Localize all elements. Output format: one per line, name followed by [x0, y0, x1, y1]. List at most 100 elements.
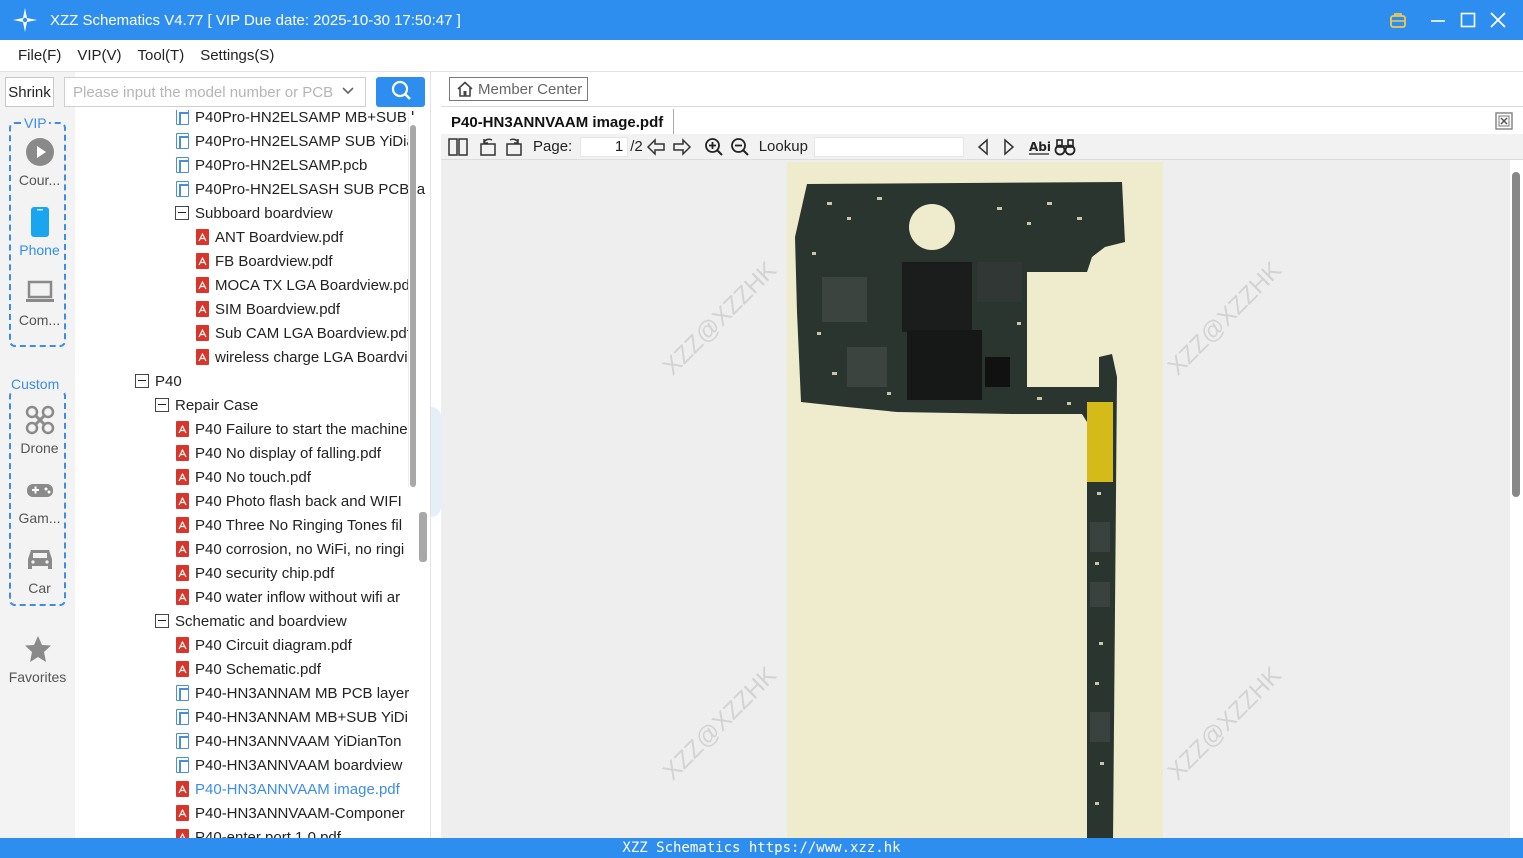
rotate-left-icon[interactable] — [477, 136, 499, 158]
pdf-toolbar: Page: 1 /2 Lookup Abi — [441, 134, 1523, 160]
zoom-in-icon[interactable] — [703, 136, 725, 158]
car-icon — [22, 542, 58, 578]
menu-vip[interactable]: VIP(V) — [77, 47, 121, 64]
next-page-arrow-icon[interactable] — [671, 136, 693, 158]
tree-item-label: Subboard boardview — [195, 204, 333, 222]
tree-item[interactable]: P40 No touch.pdf — [175, 465, 430, 489]
nav-game[interactable]: Gam... — [11, 468, 68, 534]
model-search-input[interactable]: Please input the model number or PCB — [64, 77, 366, 107]
menu-settings[interactable]: Settings(S) — [200, 47, 274, 64]
nav-car[interactable]: Car — [11, 538, 68, 604]
tree-item-label: Repair Case — [175, 396, 259, 414]
tree-scrollbar[interactable] — [408, 115, 416, 487]
tree-item[interactable]: FB Boardview.pdf — [195, 249, 430, 273]
nav-phone[interactable]: Phone — [11, 200, 68, 266]
pdf-page — [787, 162, 1163, 838]
tree-item[interactable]: P40 corrosion, no WiFi, no ringi — [175, 537, 430, 561]
tree-item[interactable]: P40Pro-HN2ELSAMP MB+SUB l — [175, 110, 430, 129]
match-case-icon[interactable]: Abi — [1028, 136, 1050, 158]
board-file-icon — [175, 757, 189, 773]
tree-item[interactable]: MOCA TX LGA Boardview.pd — [195, 273, 430, 297]
tree-item[interactable]: P40 security chip.pdf — [175, 561, 430, 585]
tree-item[interactable]: P40Pro-HN2ELSAMP.pcb — [175, 153, 430, 177]
close-tab-icon[interactable] — [1495, 112, 1513, 130]
tree-item[interactable]: P40 Failure to start the machine — [175, 417, 430, 441]
tree-item-label: P40 No display of falling.pdf — [195, 444, 381, 462]
viewer-scrollbar[interactable] — [1510, 160, 1523, 838]
tree-item[interactable]: P40 Circuit diagram.pdf — [175, 633, 430, 657]
tree-item[interactable]: P40-HN3ANNVAAM-Componer — [175, 801, 430, 825]
nav-phone-label: Phone — [19, 242, 60, 258]
close-window-icon[interactable] — [1483, 0, 1513, 40]
find-previous-icon[interactable] — [972, 136, 994, 158]
nav-course-label: Cour... — [18, 172, 61, 188]
left-nav: Shrink VIP Cour... Phone Com... Custom D… — [0, 72, 75, 838]
rotate-right-icon[interactable] — [503, 136, 525, 158]
menu-file[interactable]: File(F) — [18, 47, 61, 64]
nav-drone[interactable]: Drone — [11, 398, 68, 464]
tree-item[interactable]: P40Pro-HN2ELSASH SUB PCB la — [175, 177, 430, 201]
tree-item[interactable]: P40 water inflow without wifi ar — [175, 585, 430, 609]
nav-computer[interactable]: Com... — [11, 270, 68, 336]
tab-document[interactable]: P40-HN3ANNVAAM image.pdf — [451, 109, 675, 135]
tree-item[interactable]: ANT Boardview.pdf — [195, 225, 430, 249]
find-next-icon[interactable] — [998, 136, 1020, 158]
custom-group: Custom Drone Gam... Car — [9, 376, 68, 606]
tree-item-label: P40 Photo flash back and WIFI — [195, 492, 402, 510]
member-center-button[interactable]: Member Center — [449, 77, 588, 101]
panel-splitter[interactable] — [430, 72, 441, 838]
collapse-icon[interactable] — [155, 614, 169, 628]
splitter-handle[interactable] — [431, 407, 441, 517]
tree-item[interactable]: P40 — [135, 369, 430, 393]
vip-bag-icon[interactable] — [1383, 0, 1413, 40]
maximize-icon[interactable] — [1453, 0, 1483, 40]
tree-item[interactable]: P40 No display of falling.pdf — [175, 441, 430, 465]
search-button[interactable] — [376, 77, 425, 107]
page-number-input[interactable]: 1 — [580, 136, 629, 157]
prev-page-arrow-icon[interactable] — [645, 136, 667, 158]
chevron-down-icon[interactable] — [341, 84, 355, 102]
lookup-input[interactable] — [813, 136, 964, 157]
collapse-icon[interactable] — [175, 206, 189, 220]
binoculars-icon[interactable] — [1054, 136, 1076, 158]
tree-item[interactable]: P40-HN3ANNAM MB PCB layer — [175, 681, 430, 705]
tree-item[interactable]: Sub CAM LGA Boardview.pdf — [195, 321, 430, 345]
tree-item-label: Sub CAM LGA Boardview.pdf — [215, 324, 411, 342]
minimize-icon[interactable] — [1423, 0, 1453, 40]
tree-item[interactable]: P40-enter port 1.0.pdf — [175, 825, 430, 838]
tree-item-label: P40 water inflow without wifi ar — [195, 588, 401, 606]
collapse-icon[interactable] — [155, 398, 169, 412]
nav-drone-label: Drone — [20, 440, 59, 456]
tree-scrollbar-thumb[interactable] — [410, 125, 416, 487]
star-icon — [20, 631, 56, 667]
tree-item[interactable]: P40 Photo flash back and WIFI — [175, 489, 430, 513]
collapse-icon[interactable] — [135, 374, 149, 388]
viewer-scrollbar-thumb[interactable] — [1512, 172, 1520, 497]
zoom-out-icon[interactable] — [729, 136, 751, 158]
tree-item[interactable]: wireless charge LGA Boardvie — [195, 345, 430, 369]
tree-item[interactable]: P40-HN3ANNVAAM YiDianTon — [175, 729, 430, 753]
tree-item[interactable]: SIM Boardview.pdf — [195, 297, 430, 321]
tree-item[interactable]: P40Pro-HN2ELSAMP SUB YiDia — [175, 129, 430, 153]
tree-item[interactable]: Repair Case — [155, 393, 430, 417]
tree-item[interactable]: P40-HN3ANNVAAM boardview — [175, 753, 430, 777]
menu-tool[interactable]: Tool(T) — [138, 47, 185, 64]
nav-favorites[interactable]: Favorites — [9, 627, 66, 693]
tree-item[interactable]: Subboard boardview — [175, 201, 430, 225]
lookup-label: Lookup — [758, 138, 808, 155]
title-bar: XZZ Schematics V4.77 [ VIP Due date: 202… — [0, 0, 1523, 40]
pdf-icon — [175, 565, 189, 581]
nav-course[interactable]: Cour... — [11, 130, 68, 196]
pdf-viewer[interactable]: XZZ@XZZHK XZZ@XZZHK XZZ@XZZHK XZZ@XZZHK — [441, 160, 1510, 838]
total-pages: /2 — [630, 138, 643, 155]
dual-page-icon[interactable] — [447, 136, 469, 158]
tree-item[interactable]: P40 Schematic.pdf — [175, 657, 430, 681]
tree-outer-scrollbar-thumb[interactable] — [419, 512, 427, 562]
tree-item-label: P40-HN3ANNVAAM image.pdf — [195, 780, 400, 798]
tree-item[interactable]: P40-HN3ANNVAAM image.pdf — [175, 777, 430, 801]
shrink-button[interactable]: Shrink — [5, 77, 54, 107]
pdf-icon — [175, 517, 189, 533]
tree-item[interactable]: P40 Three No Ringing Tones fil — [175, 513, 430, 537]
tree-item[interactable]: Schematic and boardview — [155, 609, 430, 633]
tree-item[interactable]: P40-HN3ANNAM MB+SUB YiDi — [175, 705, 430, 729]
